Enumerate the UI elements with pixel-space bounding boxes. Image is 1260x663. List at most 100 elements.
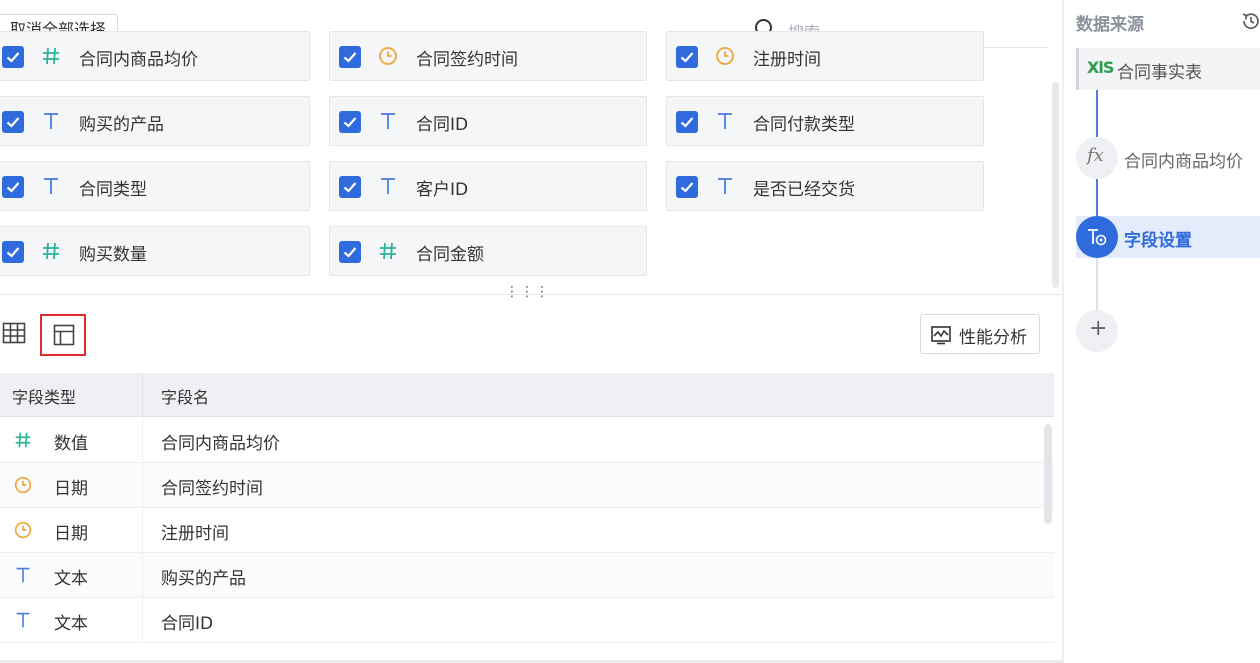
field-card[interactable]: 合同付款类型 — [666, 96, 984, 146]
field-checkbox[interactable] — [2, 46, 24, 68]
source-table-label: 合同事实表 — [1117, 63, 1202, 83]
flow-connector — [1096, 258, 1098, 310]
field-label: 合同签约时间 — [416, 50, 518, 70]
field-card[interactable]: 注册时间 — [666, 31, 984, 81]
clock-icon — [12, 474, 34, 496]
clock-icon — [713, 44, 737, 68]
table-scrollbar[interactable] — [1044, 424, 1052, 524]
field-settings-label: 字段设置 — [1124, 231, 1192, 251]
field-checkbox[interactable] — [339, 46, 361, 68]
table-row[interactable]: 日期 合同签约时间 — [0, 463, 1054, 508]
performance-analysis-label: 性能分析 — [959, 328, 1027, 348]
field-type-cell: 日期 — [54, 524, 88, 544]
field-settings-icon — [1076, 216, 1118, 258]
clock-icon — [376, 44, 400, 68]
field-card[interactable]: 合同签约时间 — [329, 31, 647, 81]
text-t-icon — [39, 174, 63, 198]
table-row[interactable]: 文本 合同ID — [0, 598, 1054, 643]
data-source-title: 数据来源 — [1076, 15, 1144, 35]
field-layout-view-button[interactable] — [40, 314, 86, 356]
column-header-name: 字段名 — [161, 388, 210, 407]
field-checkbox[interactable] — [676, 46, 698, 68]
text-t-icon — [12, 609, 34, 631]
number-hash-icon — [39, 44, 63, 68]
field-type-cell: 日期 — [54, 479, 88, 499]
text-t-icon — [713, 174, 737, 198]
field-checkbox[interactable] — [2, 176, 24, 198]
column-separator — [142, 553, 143, 598]
table-row[interactable]: 文本 购买的产品 — [0, 553, 1054, 598]
field-name-cell: 购买的产品 — [161, 569, 246, 589]
field-card[interactable]: 合同ID — [329, 96, 647, 146]
field-card[interactable]: 客户ID — [329, 161, 647, 211]
field-card[interactable]: 合同金额 — [329, 226, 647, 276]
field-type-cell: 文本 — [54, 614, 88, 634]
layout-icon — [53, 324, 75, 346]
grid-view-icon[interactable] — [2, 322, 26, 344]
field-card[interactable]: 合同内商品均价 — [0, 31, 310, 81]
field-card[interactable]: 购买数量 — [0, 226, 310, 276]
text-t-icon — [12, 564, 34, 586]
number-hash-icon — [12, 429, 34, 451]
text-t-icon — [376, 174, 400, 198]
number-hash-icon — [376, 239, 400, 263]
field-label: 合同类型 — [79, 180, 147, 200]
formula-icon: fx — [1076, 137, 1118, 179]
field-name-cell: 合同签约时间 — [161, 479, 263, 499]
formula-step-label: 合同内商品均价 — [1124, 152, 1243, 172]
field-card[interactable]: 合同类型 — [0, 161, 310, 211]
field-label: 合同内商品均价 — [79, 50, 198, 70]
field-checkbox[interactable] — [339, 241, 361, 263]
column-separator — [142, 418, 143, 463]
field-checkbox[interactable] — [339, 111, 361, 133]
field-label: 合同ID — [416, 115, 469, 135]
formula-step-node[interactable]: fx 合同内商品均价 — [1076, 137, 1260, 179]
field-checkbox[interactable] — [2, 241, 24, 263]
field-name-cell: 合同ID — [161, 614, 214, 634]
field-checkbox[interactable] — [2, 111, 24, 133]
field-card[interactable]: 是否已经交货 — [666, 161, 984, 211]
field-checkbox[interactable] — [339, 176, 361, 198]
field-label: 客户ID — [416, 180, 469, 200]
field-label: 合同金额 — [416, 245, 484, 265]
performance-chart-icon — [931, 326, 951, 345]
field-label: 购买的产品 — [79, 115, 164, 135]
field-checkbox[interactable] — [676, 176, 698, 198]
field-name-cell: 合同内商品均价 — [161, 434, 280, 454]
table-row[interactable]: 数值 合同内商品均价 — [0, 418, 1054, 463]
history-icon[interactable] — [1240, 10, 1260, 32]
column-separator — [142, 373, 143, 417]
table-row[interactable]: 日期 注册时间 — [0, 508, 1054, 553]
column-separator — [142, 598, 143, 643]
number-hash-icon — [39, 239, 63, 263]
flow-connector — [1096, 90, 1098, 137]
field-settings-step-node[interactable]: 字段设置 — [1076, 216, 1260, 258]
right-panel-divider — [1062, 0, 1064, 663]
flow-connector — [1096, 179, 1098, 216]
field-checkbox[interactable] — [676, 111, 698, 133]
excel-file-icon: XlS — [1087, 58, 1114, 77]
field-type-cell: 数值 — [54, 434, 88, 454]
table-header: 字段类型 字段名 — [0, 373, 1054, 417]
field-card[interactable]: 购买的产品 — [0, 96, 310, 146]
source-table-node[interactable]: XlS 合同事实表 — [1076, 48, 1260, 90]
field-label: 购买数量 — [79, 245, 147, 265]
text-t-icon — [376, 109, 400, 133]
text-t-icon — [39, 109, 63, 133]
column-separator — [142, 463, 143, 508]
app-root: 取消全部选择 搜索 合同内商品均价合同签约时间注册时间购买的产品合同ID合同付款… — [0, 0, 1260, 663]
column-separator — [142, 508, 143, 553]
field-label: 合同付款类型 — [753, 115, 855, 135]
field-label: 注册时间 — [753, 50, 821, 70]
field-label: 是否已经交货 — [753, 180, 855, 200]
field-list-scrollbar[interactable] — [1052, 82, 1059, 288]
field-name-cell: 注册时间 — [161, 524, 229, 544]
resize-handle[interactable]: ⋮⋮⋮ — [505, 284, 550, 300]
column-header-type: 字段类型 — [12, 388, 77, 407]
add-step-button[interactable]: + — [1076, 310, 1118, 352]
plus-icon: + — [1089, 316, 1108, 341]
clock-icon — [12, 519, 34, 541]
performance-analysis-button[interactable]: 性能分析 — [920, 314, 1040, 354]
field-type-cell: 文本 — [54, 569, 88, 589]
text-t-icon — [713, 109, 737, 133]
